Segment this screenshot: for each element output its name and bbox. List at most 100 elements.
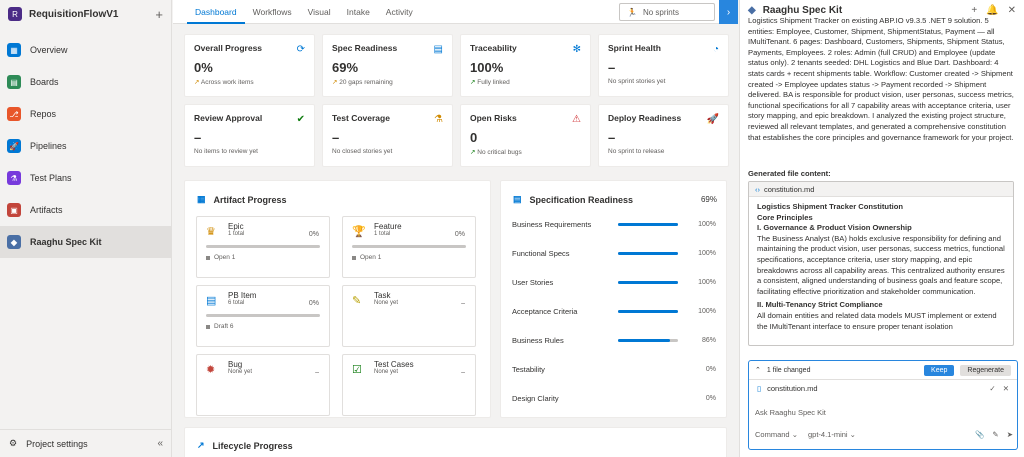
assistant-panel: ◆ Raaghu Spec Kit + 🔔 ✕ Logistics Shipme… xyxy=(739,0,1024,457)
lifecycle-title: Lifecycle Progress xyxy=(212,440,293,451)
nav-item-raaghu-spec-kit[interactable]: ◆ Raaghu Spec Kit xyxy=(0,226,171,258)
artifact-count: None yet xyxy=(228,369,253,375)
mode-select[interactable]: Command ⌄ xyxy=(755,430,798,439)
tab-workflows[interactable]: Workflows xyxy=(245,0,300,24)
pen-icon[interactable]: ✎ xyxy=(992,430,998,439)
project-settings-label: Project settings xyxy=(26,438,88,449)
tab-intake[interactable]: Intake xyxy=(339,0,378,24)
regenerate-button[interactable]: Regenerate xyxy=(960,364,1011,376)
overview-icon: ▦ xyxy=(7,43,21,57)
nav-item-artifacts[interactable]: ▣ Artifacts xyxy=(0,194,171,226)
grid-icon: ▦ xyxy=(197,194,206,204)
artifact-status: Draft 6 xyxy=(206,323,320,330)
bell-icon[interactable]: 🔔 xyxy=(986,5,998,16)
spec-row-acceptance-criteria: Acceptance Criteria 100% xyxy=(512,304,717,318)
lifecycle-header: ↗ Lifecycle Progress xyxy=(197,440,293,451)
nav-item-overview[interactable]: ▦ Overview xyxy=(0,34,171,66)
close-icon[interactable]: ✕ xyxy=(1008,5,1016,16)
collapse-icon[interactable]: « xyxy=(157,438,163,449)
spec-progress-bar xyxy=(618,222,678,226)
card-value: 100% xyxy=(470,60,504,75)
spec-row-label: Functional Specs xyxy=(512,248,570,258)
warning-icon: ⚠ xyxy=(572,114,581,125)
spec-row-value: 100% xyxy=(698,249,716,257)
sprint-label: No sprints xyxy=(642,7,679,17)
file-content: Logistics Shipment Tracker Constitution … xyxy=(749,197,1013,337)
card-title: Traceability xyxy=(470,43,517,53)
add-icon[interactable]: + xyxy=(155,7,163,22)
tab-activity[interactable]: Activity xyxy=(378,0,421,24)
add-icon[interactable]: + xyxy=(971,5,977,16)
trend-icon: ↗ xyxy=(332,79,338,86)
card-subtext: ↗ Across work items xyxy=(194,79,254,86)
nav-label: Artifacts xyxy=(30,205,63,215)
nav-label: Raaghu Spec Kit xyxy=(30,237,102,247)
artifact-card-pb-item[interactable]: ▤ PB Item 6 total 0% Draft 6 xyxy=(196,285,330,347)
boards-icon: ▤ xyxy=(7,75,21,89)
runner-icon: 🏃 xyxy=(627,7,637,17)
stat-card-overall-progress[interactable]: Overall Progress ⟳ 0% ↗ Across work items xyxy=(184,34,315,97)
stat-card-deploy-readiness[interactable]: Deploy Readiness 🚀 – No sprint to release xyxy=(598,104,729,167)
spec-row-label: Business Requirements xyxy=(512,219,592,229)
keep-button[interactable]: Keep xyxy=(924,364,955,376)
document-icon: ▤ xyxy=(433,44,443,55)
chevron-up-icon[interactable]: ⌃ xyxy=(755,366,761,374)
artifact-card-test-cases[interactable]: ☑ Test Cases None yet – xyxy=(342,354,476,416)
card-subtext: ↗ 20 gaps remaining xyxy=(332,79,393,86)
spec-progress-bar xyxy=(618,280,678,284)
reject-icon[interactable]: ✕ xyxy=(1003,384,1009,393)
stat-card-open-risks[interactable]: Open Risks ⚠ 0 ↗ No critical bugs xyxy=(460,104,591,167)
nav-item-test-plans[interactable]: ⚗ Test Plans xyxy=(0,162,171,194)
spec-row-design-clarity: Design Clarity 0% xyxy=(512,391,717,405)
repos-icon: ⎇ xyxy=(7,107,21,121)
file-name: constitution.md xyxy=(764,184,815,194)
generated-file: ‹› constitution.md Logistics Shipment Tr… xyxy=(748,181,1014,346)
chat-input[interactable]: Ask Raaghu Spec Kit xyxy=(755,408,826,417)
project-settings[interactable]: ⚙ Project settings « xyxy=(0,429,172,457)
card-title: Open Risks xyxy=(470,113,517,123)
stat-card-test-coverage[interactable]: Test Coverage ⚗ – No closed stories yet xyxy=(322,104,453,167)
artifact-card-bug[interactable]: ✹ Bug None yet – xyxy=(196,354,330,416)
trophy-icon: 🏆 xyxy=(352,226,366,238)
artifact-status: Open 1 xyxy=(352,254,466,261)
project-name[interactable]: RequisitionFlowV1 xyxy=(29,9,148,20)
card-value: – xyxy=(608,60,616,75)
stat-card-sprint-health[interactable]: Sprint Health ◔ – No sprint stories yet xyxy=(598,34,729,97)
tab-visual[interactable]: Visual xyxy=(300,0,339,24)
changes-bar: ⌃ 1 file changed Keep Regenerate xyxy=(749,361,1017,380)
accept-icon[interactable]: ✓ xyxy=(989,384,995,393)
nav-item-repos[interactable]: ⎇ Repos xyxy=(0,98,171,130)
send-icon[interactable]: ➤ xyxy=(1007,430,1013,439)
spec-row-value: 86% xyxy=(701,336,716,344)
card-title: Sprint Health xyxy=(608,43,661,53)
artifact-name: Bug xyxy=(228,360,243,369)
tab-dashboard[interactable]: Dashboard xyxy=(187,0,245,24)
stat-card-review-approval[interactable]: Review Approval ✔ – No items to review yet xyxy=(184,104,315,167)
nav-item-pipelines[interactable]: 🚀 Pipelines xyxy=(0,130,171,162)
artifact-card-task[interactable]: ✎ Task None yet – xyxy=(342,285,476,347)
sprint-selector[interactable]: 🏃 No sprints xyxy=(619,3,715,21)
spec-row-business-requirements: Business Requirements 100% xyxy=(512,217,717,231)
artifact-card-feature[interactable]: 🏆 Feature 1 total 0% Open 1 xyxy=(342,216,476,278)
artifacts-icon: ▣ xyxy=(7,203,21,217)
section-2-text: All domain entities and related data mod… xyxy=(757,310,997,331)
card-title: Spec Readiness xyxy=(332,43,398,53)
stat-card-traceability[interactable]: Traceability ✻ 100% ↗ Fully linked xyxy=(460,34,591,97)
attach-icon[interactable]: 📎 xyxy=(975,430,984,439)
card-subtext: ↗ No critical bugs xyxy=(470,149,522,156)
spec-progress-bar xyxy=(618,338,678,342)
spec-progress-bar xyxy=(618,309,678,313)
section-2-title: II. Multi-Tenancy Strict Compliance xyxy=(757,300,883,310)
spec-row-label: Business Rules xyxy=(512,335,564,345)
artifact-progress-header: ▦ Artifact Progress xyxy=(197,194,287,205)
stat-card-spec-readiness[interactable]: Spec Readiness ▤ 69% ↗ 20 gaps remaining xyxy=(322,34,453,97)
tab-bar: Dashboard Workflows Visual Intake Activity 🏃… xyxy=(173,0,738,24)
artifact-card-epic[interactable]: ♛ Epic 1 total 0% Open 1 xyxy=(196,216,330,278)
changed-file-row[interactable]: ▯ constitution.md ✓ ✕ xyxy=(749,380,1017,397)
raaghu-spec-kit-icon: ◆ xyxy=(7,235,21,249)
nav-item-boards[interactable]: ▤ Boards xyxy=(0,66,171,98)
chevron-right-icon[interactable]: › xyxy=(719,0,738,24)
nav-list: ▦ Overview ▤ Boards ⎇ Repos 🚀 Pipelines ⚗ Test Pl… xyxy=(0,34,171,258)
model-select[interactable]: gpt-4.1-mini ⌄ xyxy=(808,430,856,439)
assistant-message: Logistics Shipment Tracker on existing A… xyxy=(748,16,1014,142)
